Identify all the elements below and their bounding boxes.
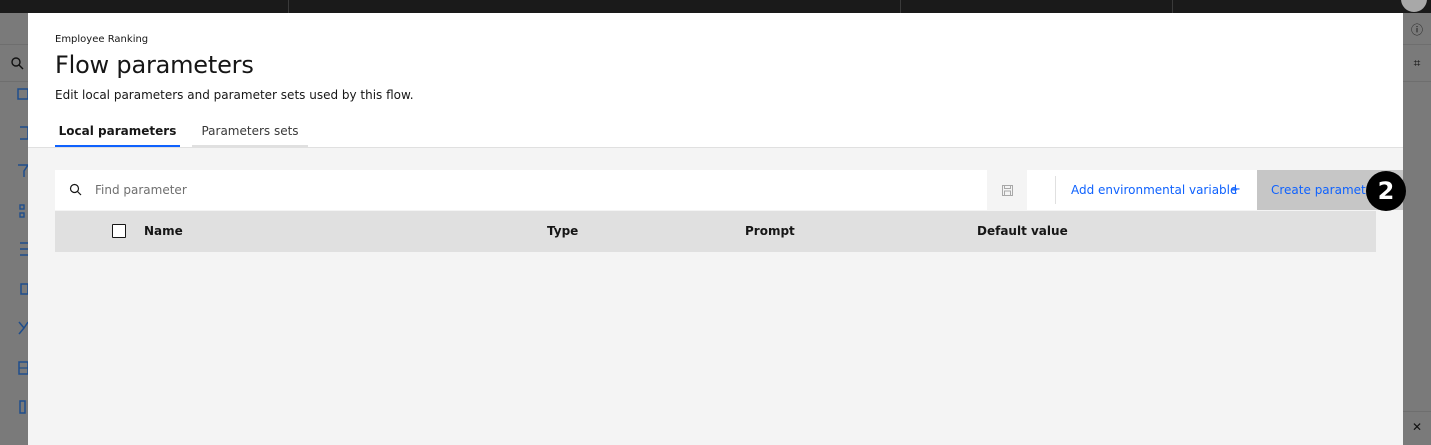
flow-parameters-modal: Employee Ranking Flow parameters Edit lo… <box>28 13 1403 445</box>
info-icon: ⓘ <box>1410 23 1423 37</box>
node-icon <box>17 88 28 100</box>
background-right-toolbar: ⓘ ⌗ ✕ <box>1403 13 1431 445</box>
fit-view-icon: ⌗ <box>1413 56 1421 70</box>
parameters-table-header: Name Type Prompt Default value <box>55 211 1376 252</box>
background-top-segment <box>900 0 901 13</box>
search-icon <box>11 57 24 70</box>
background-left-toolbar <box>0 13 28 445</box>
column-header-default-value[interactable]: Default value <box>977 211 1068 252</box>
node-icon <box>20 126 28 140</box>
add-environmental-variable-button[interactable]: Add environmental variable + <box>1057 170 1257 210</box>
tab-local-parameters[interactable]: Local parameters <box>55 116 180 147</box>
background-top-segment <box>1172 0 1173 13</box>
tab-parameters-sets[interactable]: Parameters sets <box>192 116 308 147</box>
step-badge: 2 <box>1366 171 1406 211</box>
plus-icon: + <box>1230 182 1241 197</box>
find-parameter-input[interactable] <box>95 170 987 210</box>
save-button[interactable] <box>987 170 1027 210</box>
list-icon <box>19 400 26 414</box>
filter-icon <box>18 164 28 177</box>
toolbar-divider <box>1055 176 1056 204</box>
flow-name-label: Employee Ranking <box>55 34 149 45</box>
save-icon <box>1001 184 1013 196</box>
add-environmental-variable-label: Add environmental variable <box>1071 183 1238 197</box>
parameter-toolbar: Add environmental variable + Create para… <box>55 170 1403 210</box>
grid-icon <box>19 204 25 218</box>
column-header-prompt[interactable]: Prompt <box>745 211 795 252</box>
background-top-bar <box>0 0 1431 13</box>
search-icon <box>69 183 82 196</box>
modal-header: Employee Ranking Flow parameters Edit lo… <box>28 13 1403 148</box>
avatar <box>1401 0 1427 12</box>
column-header-type[interactable]: Type <box>547 211 578 252</box>
join-icon <box>18 321 28 335</box>
create-parameter-label: Create parameter <box>1271 183 1379 197</box>
node-icon <box>20 242 28 256</box>
select-all-checkbox[interactable] <box>112 224 126 238</box>
table-icon <box>18 361 28 375</box>
column-header-name[interactable]: Name <box>144 211 183 252</box>
close-icon: ✕ <box>1411 420 1423 434</box>
node-icon <box>20 283 28 295</box>
modal-title: Flow parameters <box>55 51 254 79</box>
background-top-segment <box>288 0 289 13</box>
modal-description: Edit local parameters and parameter sets… <box>55 88 414 102</box>
